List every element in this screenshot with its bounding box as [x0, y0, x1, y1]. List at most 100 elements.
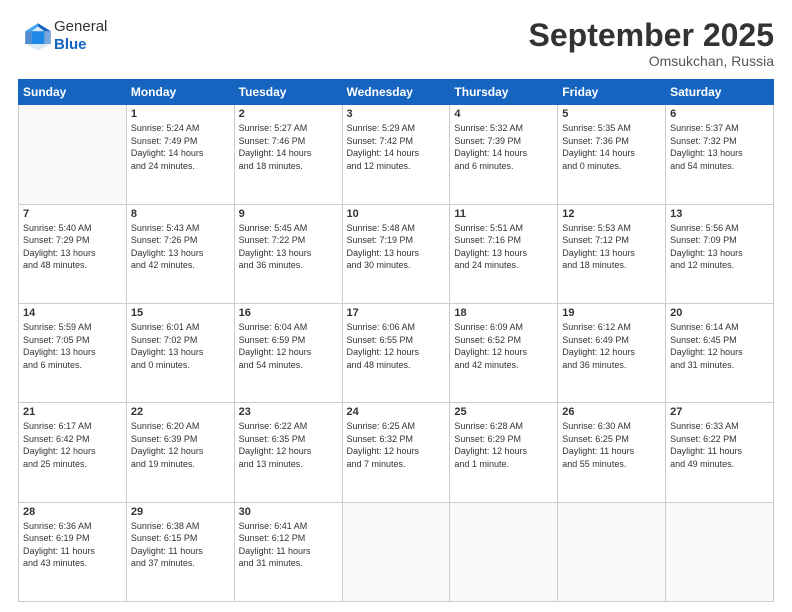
day-info: Sunrise: 6:12 AM Sunset: 6:49 PM Dayligh… [562, 321, 661, 371]
th-thursday: Thursday [450, 80, 558, 105]
calendar-cell: 16 Sunrise: 6:04 AM Sunset: 6:59 PM Dayli… [234, 303, 342, 402]
th-saturday: Saturday [666, 80, 774, 105]
day-number: 11 [454, 208, 553, 220]
calendar-cell: 5Sunrise: 5:35 AM Sunset: 7:36 PM Daylig… [558, 105, 666, 204]
calendar-cell: 28 Sunrise: 6:36 AM Sunset: 6:19 PM Dayli… [19, 502, 127, 601]
calendar-cell: 24Sunrise: 6:25 AM Sunset: 6:32 PM Dayli… [342, 403, 450, 502]
day-info: Sunrise: 5:24 AM Sunset: 7:49 PM Dayligh… [131, 122, 230, 172]
calendar-cell: 8Sunrise: 5:43 AM Sunset: 7:26 PM Daylig… [126, 204, 234, 303]
calendar-cell: 12Sunrise: 5:53 AM Sunset: 7:12 PM Dayli… [558, 204, 666, 303]
calendar-cell: 3 Sunrise: 5:29 AM Sunset: 7:42 PM Daylig… [342, 105, 450, 204]
day-info: Sunrise: 6:30 AM Sunset: 6:25 PM Dayligh… [562, 420, 661, 470]
weekday-header-row: Sunday Monday Tuesday Wednesday Thursday… [19, 80, 774, 105]
logo-text: General Blue [54, 18, 107, 54]
day-number: 30 [239, 506, 338, 518]
day-number: 28 [23, 506, 122, 518]
calendar-cell [342, 502, 450, 601]
calendar-cell: 18Sunrise: 6:09 AM Sunset: 6:52 PM Dayli… [450, 303, 558, 402]
calendar-cell [666, 502, 774, 601]
calendar-table: Sunday Monday Tuesday Wednesday Thursday… [18, 79, 774, 602]
calendar-cell: 9 Sunrise: 5:45 AM Sunset: 7:22 PM Daylig… [234, 204, 342, 303]
day-info: Sunrise: 6:17 AM Sunset: 6:42 PM Dayligh… [23, 420, 122, 470]
calendar-cell [19, 105, 127, 204]
calendar-cell: 15Sunrise: 6:01 AM Sunset: 7:02 PM Dayli… [126, 303, 234, 402]
th-wednesday: Wednesday [342, 80, 450, 105]
day-number: 27 [670, 406, 769, 418]
day-number: 13 [670, 208, 769, 220]
calendar-week-row: 14 Sunrise: 5:59 AM Sunset: 7:05 PM Dayli… [19, 303, 774, 402]
day-number: 24 [347, 406, 446, 418]
title-block: September 2025 Omsukchan, Russia [529, 18, 774, 69]
day-number: 10 [347, 208, 446, 220]
calendar-cell: 21 Sunrise: 6:17 AM Sunset: 6:42 PM Dayli… [19, 403, 127, 502]
day-number: 20 [670, 307, 769, 319]
location-subtitle: Omsukchan, Russia [529, 53, 774, 69]
calendar-cell: 26 Sunrise: 6:30 AM Sunset: 6:25 PM Dayli… [558, 403, 666, 502]
day-info: Sunrise: 5:43 AM Sunset: 7:26 PM Dayligh… [131, 222, 230, 272]
calendar-cell: 1 Sunrise: 5:24 AM Sunset: 7:49 PM Daylig… [126, 105, 234, 204]
day-info: Sunrise: 5:53 AM Sunset: 7:12 PM Dayligh… [562, 222, 661, 272]
day-number: 17 [347, 307, 446, 319]
calendar-cell: 2Sunrise: 5:27 AM Sunset: 7:46 PM Daylig… [234, 105, 342, 204]
calendar-cell: 20Sunrise: 6:14 AM Sunset: 6:45 PM Dayli… [666, 303, 774, 402]
day-info: Sunrise: 5:48 AM Sunset: 7:19 PM Dayligh… [347, 222, 446, 272]
day-info: Sunrise: 5:29 AM Sunset: 7:42 PM Dayligh… [347, 122, 446, 172]
page: General Blue September 2025 Omsukchan, R… [0, 0, 792, 612]
calendar-week-row: 28 Sunrise: 6:36 AM Sunset: 6:19 PM Dayli… [19, 502, 774, 601]
day-info: Sunrise: 6:41 AM Sunset: 6:12 PM Dayligh… [239, 520, 338, 570]
calendar-cell: 4 Sunrise: 5:32 AM Sunset: 7:39 PM Daylig… [450, 105, 558, 204]
calendar-cell: 6Sunrise: 5:37 AM Sunset: 7:32 PM Daylig… [666, 105, 774, 204]
day-number: 4 [454, 108, 553, 120]
day-info: Sunrise: 6:06 AM Sunset: 6:55 PM Dayligh… [347, 321, 446, 371]
day-number: 1 [131, 108, 230, 120]
th-sunday: Sunday [19, 80, 127, 105]
day-info: Sunrise: 6:04 AM Sunset: 6:59 PM Dayligh… [239, 321, 338, 371]
calendar-cell: 10 Sunrise: 5:48 AM Sunset: 7:19 PM Dayli… [342, 204, 450, 303]
day-number: 2 [239, 108, 338, 120]
day-number: 5 [562, 108, 661, 120]
day-number: 22 [131, 406, 230, 418]
day-info: Sunrise: 6:22 AM Sunset: 6:35 PM Dayligh… [239, 420, 338, 470]
day-info: Sunrise: 5:40 AM Sunset: 7:29 PM Dayligh… [23, 222, 122, 272]
day-number: 23 [239, 406, 338, 418]
day-info: Sunrise: 6:09 AM Sunset: 6:52 PM Dayligh… [454, 321, 553, 371]
calendar-cell: 29Sunrise: 6:38 AM Sunset: 6:15 PM Dayli… [126, 502, 234, 601]
calendar-cell: 25Sunrise: 6:28 AM Sunset: 6:29 PM Dayli… [450, 403, 558, 502]
day-info: Sunrise: 5:45 AM Sunset: 7:22 PM Dayligh… [239, 222, 338, 272]
logo-blue: Blue [54, 36, 107, 54]
logo: General Blue [18, 18, 107, 54]
day-info: Sunrise: 5:32 AM Sunset: 7:39 PM Dayligh… [454, 122, 553, 172]
calendar-cell: 22Sunrise: 6:20 AM Sunset: 6:39 PM Dayli… [126, 403, 234, 502]
logo-icon [22, 20, 54, 52]
day-info: Sunrise: 6:38 AM Sunset: 6:15 PM Dayligh… [131, 520, 230, 570]
day-info: Sunrise: 5:59 AM Sunset: 7:05 PM Dayligh… [23, 321, 122, 371]
month-title: September 2025 [529, 18, 774, 53]
day-number: 25 [454, 406, 553, 418]
day-info: Sunrise: 6:36 AM Sunset: 6:19 PM Dayligh… [23, 520, 122, 570]
header: General Blue September 2025 Omsukchan, R… [18, 18, 774, 69]
calendar-cell [450, 502, 558, 601]
day-number: 14 [23, 307, 122, 319]
calendar-cell: 17 Sunrise: 6:06 AM Sunset: 6:55 PM Dayli… [342, 303, 450, 402]
day-number: 6 [670, 108, 769, 120]
day-number: 7 [23, 208, 122, 220]
calendar-cell: 11 Sunrise: 5:51 AM Sunset: 7:16 PM Dayli… [450, 204, 558, 303]
calendar-cell [558, 502, 666, 601]
day-number: 3 [347, 108, 446, 120]
day-number: 16 [239, 307, 338, 319]
calendar-week-row: 7 Sunrise: 5:40 AM Sunset: 7:29 PM Daylig… [19, 204, 774, 303]
day-number: 15 [131, 307, 230, 319]
day-info: Sunrise: 6:33 AM Sunset: 6:22 PM Dayligh… [670, 420, 769, 470]
calendar-cell: 27 Sunrise: 6:33 AM Sunset: 6:22 PM Dayli… [666, 403, 774, 502]
calendar-cell: 13Sunrise: 5:56 AM Sunset: 7:09 PM Dayli… [666, 204, 774, 303]
calendar-cell: 19Sunrise: 6:12 AM Sunset: 6:49 PM Dayli… [558, 303, 666, 402]
day-number: 21 [23, 406, 122, 418]
day-number: 26 [562, 406, 661, 418]
day-info: Sunrise: 5:51 AM Sunset: 7:16 PM Dayligh… [454, 222, 553, 272]
calendar-week-row: 1 Sunrise: 5:24 AM Sunset: 7:49 PM Daylig… [19, 105, 774, 204]
calendar-body: 1 Sunrise: 5:24 AM Sunset: 7:49 PM Daylig… [19, 105, 774, 602]
calendar-cell: 7 Sunrise: 5:40 AM Sunset: 7:29 PM Daylig… [19, 204, 127, 303]
logo-general: General [54, 18, 107, 36]
calendar-cell: 14 Sunrise: 5:59 AM Sunset: 7:05 PM Dayli… [19, 303, 127, 402]
day-number: 9 [239, 208, 338, 220]
